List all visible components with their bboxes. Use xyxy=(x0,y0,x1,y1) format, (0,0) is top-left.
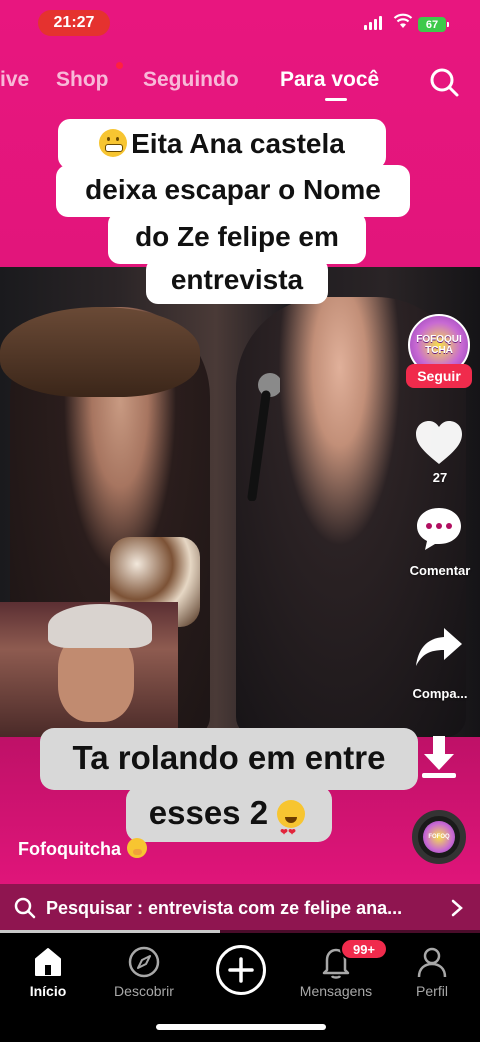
nav-profile-label: Perfil xyxy=(416,983,448,999)
search-icon[interactable] xyxy=(428,66,460,98)
caption-line: Eita Ana castela xyxy=(58,119,386,169)
heart-eyes-icon xyxy=(277,800,306,859)
caption-line: deixa escapar o Nome xyxy=(56,165,410,217)
shushing-face-icon xyxy=(126,838,147,858)
plus-icon xyxy=(228,957,254,983)
compass-icon xyxy=(128,946,160,978)
like-count: 27 xyxy=(432,470,448,485)
battery-level: 67 xyxy=(425,18,439,31)
tab-live[interactable]: ive xyxy=(0,68,29,92)
person-icon xyxy=(417,947,447,978)
chevron-right-icon xyxy=(451,899,463,917)
tab-for-you[interactable]: Para você xyxy=(280,68,379,92)
shop-notification-dot xyxy=(116,62,123,69)
caption-line: do Ze felipe em xyxy=(108,212,366,264)
music-disc-art: FOFOQ xyxy=(423,821,455,853)
comment-label: Comentar xyxy=(400,561,480,581)
username-text: Fofoquitcha xyxy=(18,839,121,859)
heart-icon[interactable] xyxy=(414,420,464,466)
wifi-icon xyxy=(393,13,413,28)
inset-photo-man xyxy=(0,602,178,737)
share-label: Compa... xyxy=(412,686,468,701)
battery-icon: 67 xyxy=(418,17,449,32)
inset-cap-shape xyxy=(48,604,152,648)
share-icon[interactable] xyxy=(414,624,464,670)
caption-bottom-line: esses 2 xyxy=(126,786,332,859)
home-indicator[interactable] xyxy=(156,1024,326,1030)
caption-text: Eita Ana castela xyxy=(131,128,345,159)
nav-discover-label: Descobrir xyxy=(114,983,174,999)
tab-shop[interactable]: Shop xyxy=(56,68,109,92)
comment-icon[interactable] xyxy=(414,506,464,552)
status-bar: 21:27 67 xyxy=(0,0,480,44)
search-icon xyxy=(14,897,36,919)
comment-label-text: Comentar xyxy=(409,563,471,578)
caption-line: entrevista xyxy=(146,258,328,304)
nav-profile[interactable]: Perfil xyxy=(384,945,480,999)
messages-badge: 99+ xyxy=(340,938,388,960)
signal-icon xyxy=(364,16,382,30)
nav-discover[interactable]: Descobrir xyxy=(96,945,192,999)
tab-following[interactable]: Seguindo xyxy=(143,68,239,92)
tiktok-feed-screen: 21:27 67 ive Shop Seguindo Para você Eit… xyxy=(0,0,480,1042)
nav-messages-label: Mensagens xyxy=(299,983,373,999)
avatar-text: FOFOQUITCHA xyxy=(416,334,462,356)
download-icon[interactable] xyxy=(414,734,464,780)
caption-bottom-line: Ta rolando em entre xyxy=(40,728,418,790)
search-suggestion-bar[interactable]: Pesquisar : entrevista com ze felipe ana… xyxy=(0,884,480,932)
search-suggestion-text: Pesquisar : entrevista com ze felipe ana… xyxy=(46,898,403,918)
caption-bottom-text: esses 2 xyxy=(148,794,269,831)
nav-home[interactable]: Início xyxy=(0,945,96,999)
grimacing-face-icon xyxy=(99,129,128,157)
nav-home-label: Início xyxy=(29,983,67,999)
cowboy-hat-shape xyxy=(0,307,200,397)
active-tab-indicator xyxy=(325,98,347,101)
follow-button[interactable]: Seguir xyxy=(406,364,472,388)
music-disc[interactable]: FOFOQ xyxy=(412,810,466,864)
create-button[interactable] xyxy=(216,945,266,995)
home-icon xyxy=(35,948,61,976)
top-tabs: ive Shop Seguindo Para você xyxy=(0,62,480,101)
status-time: 21:27 xyxy=(38,10,110,36)
microphone-shape xyxy=(247,373,280,501)
creator-username[interactable]: Fofoquitcha xyxy=(18,838,147,860)
